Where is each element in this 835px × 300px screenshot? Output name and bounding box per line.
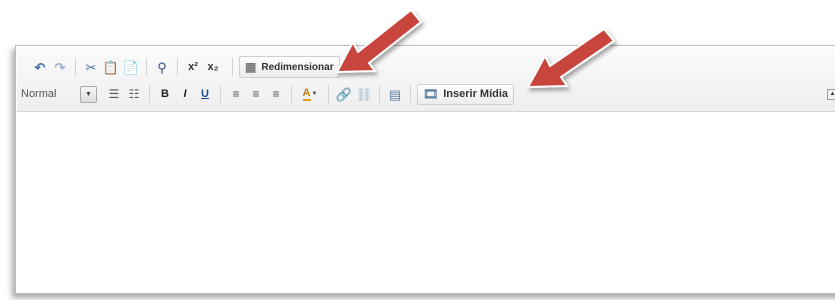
toolbar-separator [291,85,292,103]
resize-icon: ▦ [245,60,257,74]
italic-button[interactable]: I [176,84,194,104]
collapse-toolbar-button[interactable]: ▲ [827,89,835,100]
paste-button[interactable]: 📋 [102,57,120,77]
toolbar-separator [232,58,233,76]
align-left-icon: ≡ [232,87,240,101]
find-button[interactable]: ⚲ [153,57,171,77]
superscript-label: x² [188,61,198,73]
underline-button[interactable]: U [196,84,214,104]
toolbar-row-1: ↶ ↷ ✂ 📋 📄 ⚲ x² x₂ ▦ Redimensionar [31,56,340,78]
toolbar-separator [146,58,147,76]
chevron-down-icon: ▼ [80,85,97,103]
toolbar-separator [220,85,221,103]
annotation-arrow-insert-media [526,27,616,89]
cut-button[interactable]: ✂ [82,57,100,77]
italic-label: I [183,88,187,100]
annotation-arrow-resize [335,8,423,74]
align-right-icon: ≡ [272,87,280,101]
binoculars-icon: ⚲ [157,59,167,75]
toolbar-separator [75,58,76,76]
align-center-button[interactable]: ≡ [247,84,265,104]
align-right-button[interactable]: ≡ [267,84,285,104]
bulleted-list-button[interactable]: ☰ [105,84,123,104]
toolbar-separator [149,85,150,103]
insert-media-label: Inserir Mídia [443,88,509,100]
resize-label: Redimensionar [261,61,334,73]
editor-content-area[interactable] [17,112,835,293]
subscript-label: x₂ [207,61,219,73]
align-left-button[interactable]: ≡ [227,84,245,104]
underline-label: U [201,88,209,100]
numbered-list-button[interactable]: ☷ [125,84,143,104]
bulleted-list-icon: ☰ [108,87,120,101]
text-color-button[interactable]: A ▼ [298,84,322,104]
paste-word-icon: 📄 [122,59,140,75]
redo-icon: ↷ [54,59,66,75]
chevron-down-icon: ▼ [311,91,318,97]
redo-button[interactable]: ↷ [51,57,69,77]
undo-icon: ↶ [34,59,46,75]
subscript-button[interactable]: x₂ [204,57,222,77]
numbered-list-icon: ☷ [128,87,140,101]
chevron-up-icon: ▲ [829,91,835,97]
format-select[interactable]: Normal ▼ [21,85,97,103]
bold-label: B [161,88,169,100]
toolbar-separator [177,58,178,76]
text-color-label: A [302,87,311,101]
bold-button[interactable]: B [156,84,174,104]
paste-icon: 📋 [102,59,120,75]
scissors-icon: ✂ [85,59,97,75]
superscript-button[interactable]: x² [184,57,202,77]
paste-word-button[interactable]: 📄 [122,57,140,77]
undo-button[interactable]: ↶ [31,57,49,77]
align-center-icon: ≡ [252,87,260,101]
format-select-value: Normal [21,88,57,100]
